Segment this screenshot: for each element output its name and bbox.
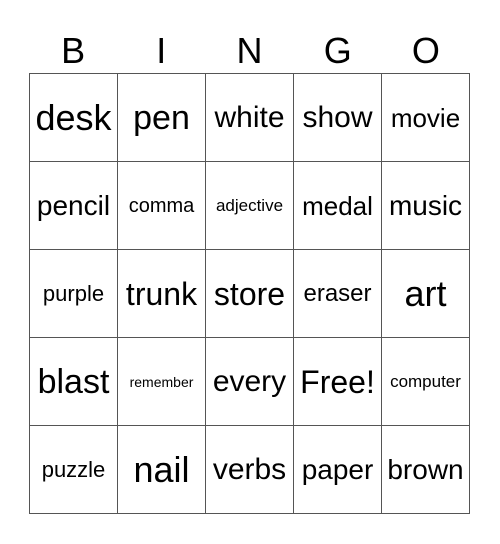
bingo-cell[interactable]: purple [30, 250, 118, 338]
bingo-cell[interactable]: blast [30, 338, 118, 426]
bingo-cell[interactable]: every [206, 338, 294, 426]
bingo-cell[interactable]: music [382, 162, 470, 250]
bingo-header: B I N G O [29, 30, 470, 72]
bingo-cell[interactable]: paper [294, 426, 382, 514]
free-space-cell[interactable]: Free! [294, 338, 382, 426]
header-letter-n: N [236, 30, 263, 71]
bingo-cell[interactable]: adjective [206, 162, 294, 250]
header-letter-b: B [61, 30, 86, 71]
bingo-cell[interactable]: white [206, 74, 294, 162]
bingo-cell[interactable]: desk [30, 74, 118, 162]
bingo-cell[interactable]: remember [118, 338, 206, 426]
bingo-cell[interactable]: movie [382, 74, 470, 162]
bingo-cell[interactable]: eraser [294, 250, 382, 338]
header-letter-g: G [323, 30, 352, 71]
bingo-cell[interactable]: nail [118, 426, 206, 514]
bingo-cell[interactable]: verbs [206, 426, 294, 514]
bingo-cell[interactable]: medal [294, 162, 382, 250]
bingo-cell[interactable]: show [294, 74, 382, 162]
bingo-cell[interactable]: comma [118, 162, 206, 250]
bingo-grid: desk pen white show movie pencil comma a… [29, 73, 470, 514]
bingo-cell[interactable]: pen [118, 74, 206, 162]
bingo-cell[interactable]: pencil [30, 162, 118, 250]
bingo-cell[interactable]: brown [382, 426, 470, 514]
bingo-cell[interactable]: trunk [118, 250, 206, 338]
header-letter-o: O [411, 30, 440, 71]
header-letter-i: I [156, 30, 167, 71]
bingo-cell[interactable]: art [382, 250, 470, 338]
bingo-cell[interactable]: computer [382, 338, 470, 426]
bingo-cell[interactable]: puzzle [30, 426, 118, 514]
bingo-cell[interactable]: store [206, 250, 294, 338]
